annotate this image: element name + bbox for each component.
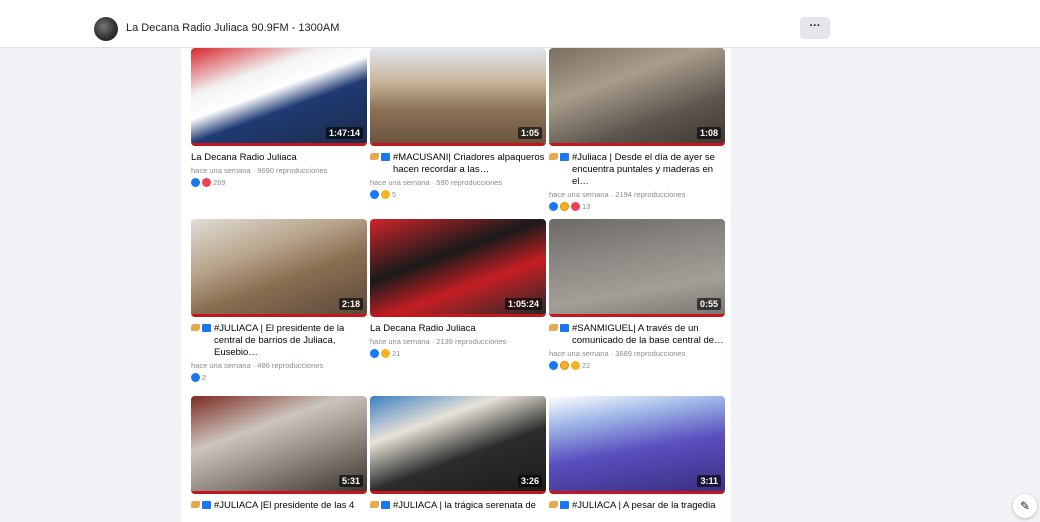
video-duration: 5:31 bbox=[338, 475, 363, 487]
love-reaction-icon bbox=[571, 202, 580, 211]
video-duration: 3:11 bbox=[697, 475, 721, 487]
video-title[interactable]: La Decana Radio Juliaca bbox=[191, 152, 297, 164]
video-title[interactable]: #SANMIGUEL| A través de un comunicado de… bbox=[572, 323, 725, 347]
video-thumbnail[interactable]: 3:11 bbox=[549, 396, 725, 494]
video-title[interactable]: #MACUSANI| Criadores alpaqueros hacen re… bbox=[393, 152, 546, 176]
pointing-hand-icon bbox=[370, 501, 379, 508]
love-reaction-icon bbox=[202, 178, 211, 187]
video-title[interactable]: #JULIACA | la trágica serenata de bbox=[393, 500, 536, 512]
video-title[interactable]: #JULIACA |El presidente de las 4 bbox=[214, 500, 354, 512]
pointing-hand-icon bbox=[370, 153, 379, 160]
pointing-hand-icon bbox=[191, 324, 200, 331]
wow-reaction-icon bbox=[560, 202, 569, 211]
video-thumbnail[interactable]: 1:05:24 bbox=[370, 219, 546, 317]
video-thumbnail[interactable]: 1:47:14 bbox=[191, 48, 367, 146]
video-duration: 1:05:24 bbox=[504, 298, 542, 310]
haha-reaction-icon bbox=[381, 190, 390, 199]
like-reaction-icon bbox=[549, 361, 558, 370]
video-card[interactable]: 3:26 #JULIACA | la trágica serenata de bbox=[370, 396, 546, 512]
like-reaction-icon bbox=[549, 202, 558, 211]
video-thumbnail[interactable]: 1:05 bbox=[370, 48, 546, 146]
video-card[interactable]: 3:11 #JULIACA | A pesar de la tragedia bbox=[549, 396, 725, 512]
video-thumbnail[interactable]: 2:18 bbox=[191, 219, 367, 317]
like-reaction-icon bbox=[370, 190, 379, 199]
video-duration: 2:18 bbox=[338, 298, 363, 310]
reaction-count: 5 bbox=[392, 190, 397, 199]
video-card[interactable]: 1:08 #Juliaca | Desde el día de ayer se e… bbox=[549, 48, 725, 211]
video-duration: 1:08 bbox=[696, 127, 721, 139]
video-meta: hace una semana · 2139 reproducciones bbox=[370, 337, 507, 346]
video-card[interactable]: 1:47:14 La Decana Radio Juliaca hace una s… bbox=[191, 48, 367, 187]
pointing-hand-icon bbox=[549, 324, 558, 331]
blue-square-icon bbox=[560, 324, 569, 332]
video-meta: hace una semana · 590 reproducciones bbox=[370, 178, 503, 187]
video-meta: hace una semana · 3689 reproducciones bbox=[549, 349, 686, 358]
reaction-count: 269 bbox=[213, 178, 226, 187]
page-name[interactable]: La Decana Radio Juliaca 90.9FM - 1300AM bbox=[126, 22, 339, 34]
video-title[interactable]: #JULIACA | A pesar de la tragedia bbox=[572, 500, 715, 512]
video-duration: 3:26 bbox=[517, 475, 542, 487]
blue-square-icon bbox=[202, 324, 211, 332]
video-thumbnail[interactable]: 0:55 bbox=[549, 219, 725, 317]
video-card[interactable]: 1:05:24 La Decana Radio Juliaca hace una s… bbox=[370, 219, 546, 358]
reaction-count: 21 bbox=[392, 349, 401, 358]
video-title[interactable]: #Juliaca | Desde el día de ayer se encue… bbox=[572, 152, 725, 188]
like-reaction-icon bbox=[370, 349, 379, 358]
video-meta: hace una semana · 2194 reproducciones bbox=[549, 190, 686, 199]
video-meta: hace una semana · 486 reproducciones bbox=[191, 361, 324, 370]
reactions-summary[interactable]: 5 bbox=[370, 190, 546, 199]
video-card[interactable]: 0:55 #SANMIGUEL| A través de un comunicad… bbox=[549, 219, 725, 370]
page-avatar[interactable] bbox=[94, 17, 118, 41]
pointing-hand-icon bbox=[549, 153, 558, 160]
video-card[interactable]: 5:31 #JULIACA |El presidente de las 4 bbox=[191, 396, 367, 512]
wow-reaction-icon bbox=[560, 361, 569, 370]
blue-square-icon bbox=[381, 153, 390, 161]
like-reaction-icon bbox=[191, 373, 200, 382]
haha-reaction-icon bbox=[381, 349, 390, 358]
reactions-summary[interactable]: 2 bbox=[191, 373, 367, 382]
more-options-button[interactable]: ··· bbox=[800, 17, 830, 39]
video-duration: 0:55 bbox=[696, 298, 721, 310]
blue-square-icon bbox=[202, 501, 211, 509]
reactions-summary[interactable]: 21 bbox=[370, 349, 546, 358]
video-duration: 1:05 bbox=[517, 127, 542, 139]
reaction-count: 22 bbox=[582, 361, 591, 370]
top-bar: La Decana Radio Juliaca 90.9FM - 1300AM … bbox=[0, 0, 1040, 48]
video-duration: 1:47:14 bbox=[325, 127, 363, 139]
video-thumbnail[interactable]: 3:26 bbox=[370, 396, 546, 494]
blue-square-icon bbox=[381, 501, 390, 509]
reactions-summary[interactable]: 13 bbox=[549, 202, 725, 211]
reaction-count: 13 bbox=[582, 202, 591, 211]
reactions-summary[interactable]: 22 bbox=[549, 361, 725, 370]
compose-icon[interactable]: ✎ bbox=[1013, 494, 1037, 518]
blue-square-icon bbox=[560, 501, 569, 509]
video-thumbnail[interactable]: 1:08 bbox=[549, 48, 725, 146]
like-reaction-icon bbox=[191, 178, 200, 187]
pointing-hand-icon bbox=[549, 501, 558, 508]
video-meta: hace una semana · 9690 reproducciones bbox=[191, 166, 328, 175]
pointing-hand-icon bbox=[191, 501, 200, 508]
blue-square-icon bbox=[560, 153, 569, 161]
video-title[interactable]: #JULIACA | El presidente de la central d… bbox=[214, 323, 367, 359]
video-title[interactable]: La Decana Radio Juliaca bbox=[370, 323, 476, 335]
reaction-count: 2 bbox=[202, 373, 207, 382]
reactions-summary[interactable]: 269 bbox=[191, 178, 367, 187]
video-card[interactable]: 2:18 #JULIACA | El presidente de la centr… bbox=[191, 219, 367, 382]
video-thumbnail[interactable]: 5:31 bbox=[191, 396, 367, 494]
sad-reaction-icon bbox=[571, 361, 580, 370]
video-card[interactable]: 1:05 #MACUSANI| Criadores alpaqueros hace… bbox=[370, 48, 546, 199]
